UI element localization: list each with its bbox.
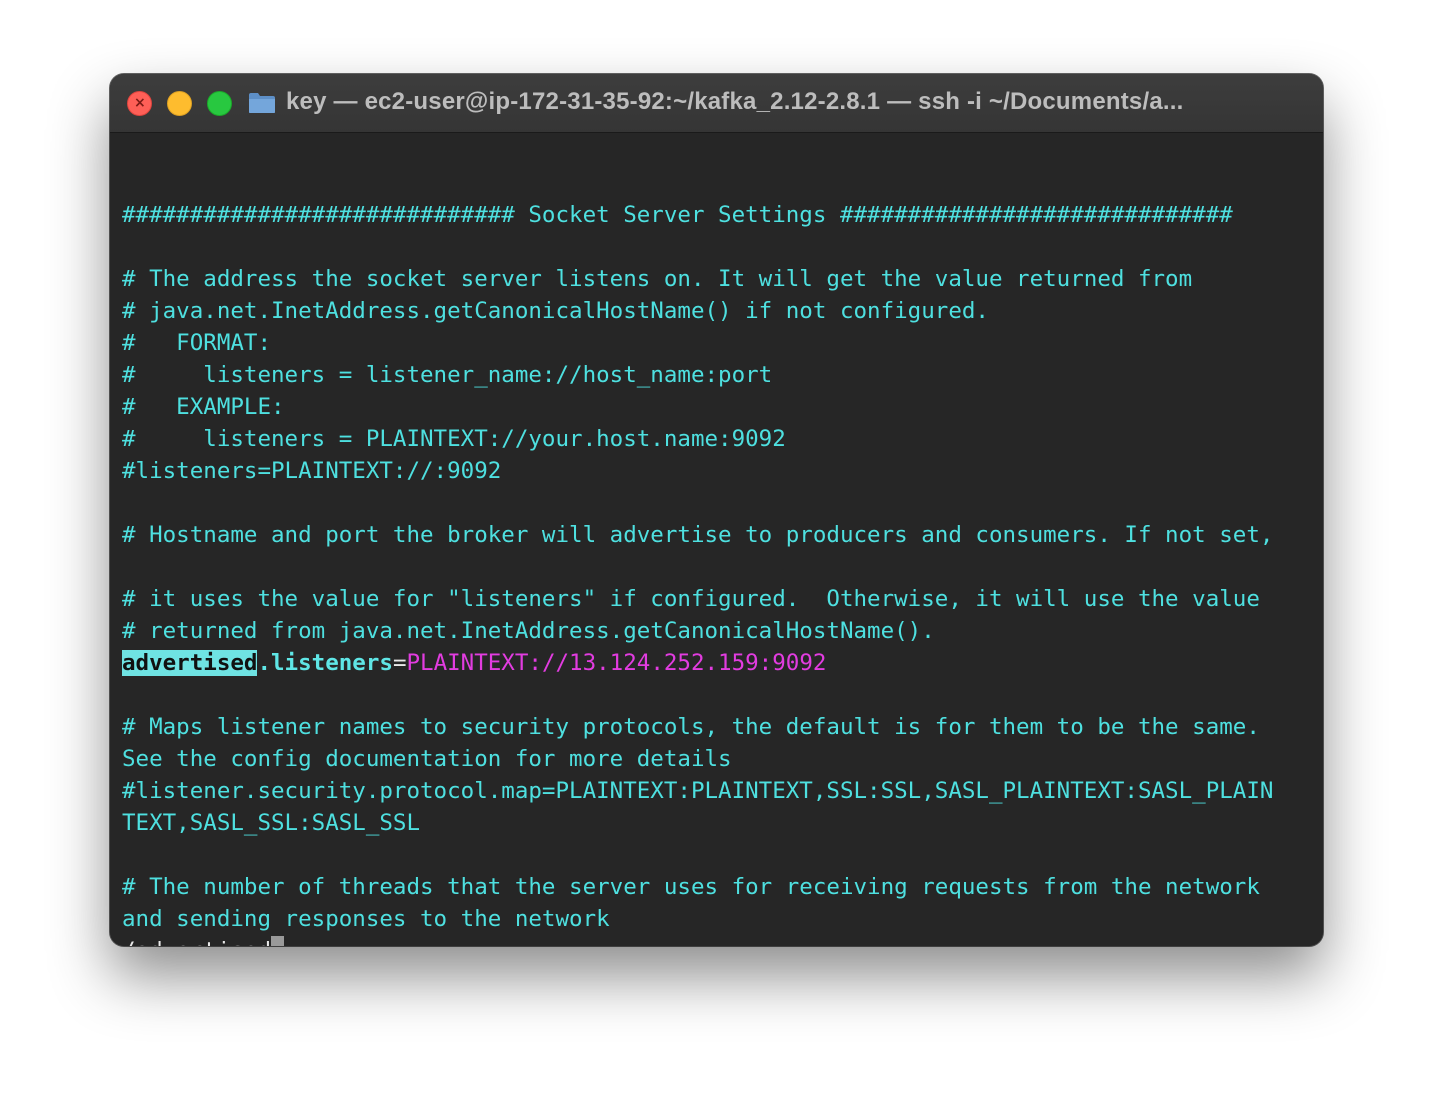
terminal-line: # Maps listener names to security protoc…	[122, 714, 1260, 740]
text-cursor	[271, 936, 285, 946]
setting-equals: =	[392, 650, 407, 676]
setting-value: PLAINTEXT://13.124.252.159:9092	[406, 650, 827, 676]
setting-key: .listeners	[257, 650, 393, 676]
folder-icon	[249, 93, 275, 113]
maximize-icon[interactable]	[207, 91, 232, 116]
terminal-line: TEXT,SASL_SSL:SASL_SSL	[122, 810, 421, 836]
terminal-line: See the config documentation for more de…	[122, 746, 732, 772]
terminal-lines: ############################# Socket Ser…	[122, 167, 1317, 946]
terminal-line: # listeners = PLAINTEXT://your.host.name…	[122, 426, 786, 452]
terminal-line: and sending responses to the network	[122, 906, 610, 932]
title-bar[interactable]: × key — ec2-user@ip-172-31-35-92:~/kafka…	[110, 74, 1323, 133]
terminal-line: # listeners = listener_name://host_name:…	[122, 362, 773, 388]
window-title: key — ec2-user@ip-172-31-35-92:~/kafka_2…	[286, 88, 1184, 115]
terminal-line: # EXAMPLE:	[122, 394, 285, 420]
terminal-line: #listener.security.protocol.map=PLAINTEX…	[122, 778, 1274, 804]
advertised-listeners-setting: advertised.listeners=PLAINTEXT://13.124.…	[122, 647, 1317, 679]
terminal-line: # java.net.InetAddress.getCanonicalHostN…	[122, 298, 989, 324]
close-icon[interactable]: ×	[127, 91, 152, 116]
terminal-line: # FORMAT:	[122, 330, 272, 356]
terminal-line: ############################# Socket Ser…	[122, 202, 1233, 228]
terminal-line: # Hostname and port the broker will adve…	[122, 522, 1274, 548]
minimize-icon[interactable]	[167, 91, 192, 116]
search-command[interactable]: /advertised	[122, 938, 271, 946]
terminal-line: # returned from java.net.InetAddress.get…	[122, 618, 935, 644]
terminal-window: × key — ec2-user@ip-172-31-35-92:~/kafka…	[110, 74, 1323, 946]
terminal-line: # it uses the value for "listeners" if c…	[122, 586, 1260, 612]
terminal-content[interactable]: ############################# Socket Ser…	[110, 133, 1323, 946]
search-match-highlight: advertised	[122, 650, 258, 676]
terminal-line: # The number of threads that the server …	[122, 874, 1260, 900]
terminal-line: #listeners=PLAINTEXT://:9092	[122, 458, 502, 484]
search-command-line[interactable]: /advertised	[122, 935, 1317, 946]
terminal-line: # The address the socket server listens …	[122, 266, 1193, 292]
